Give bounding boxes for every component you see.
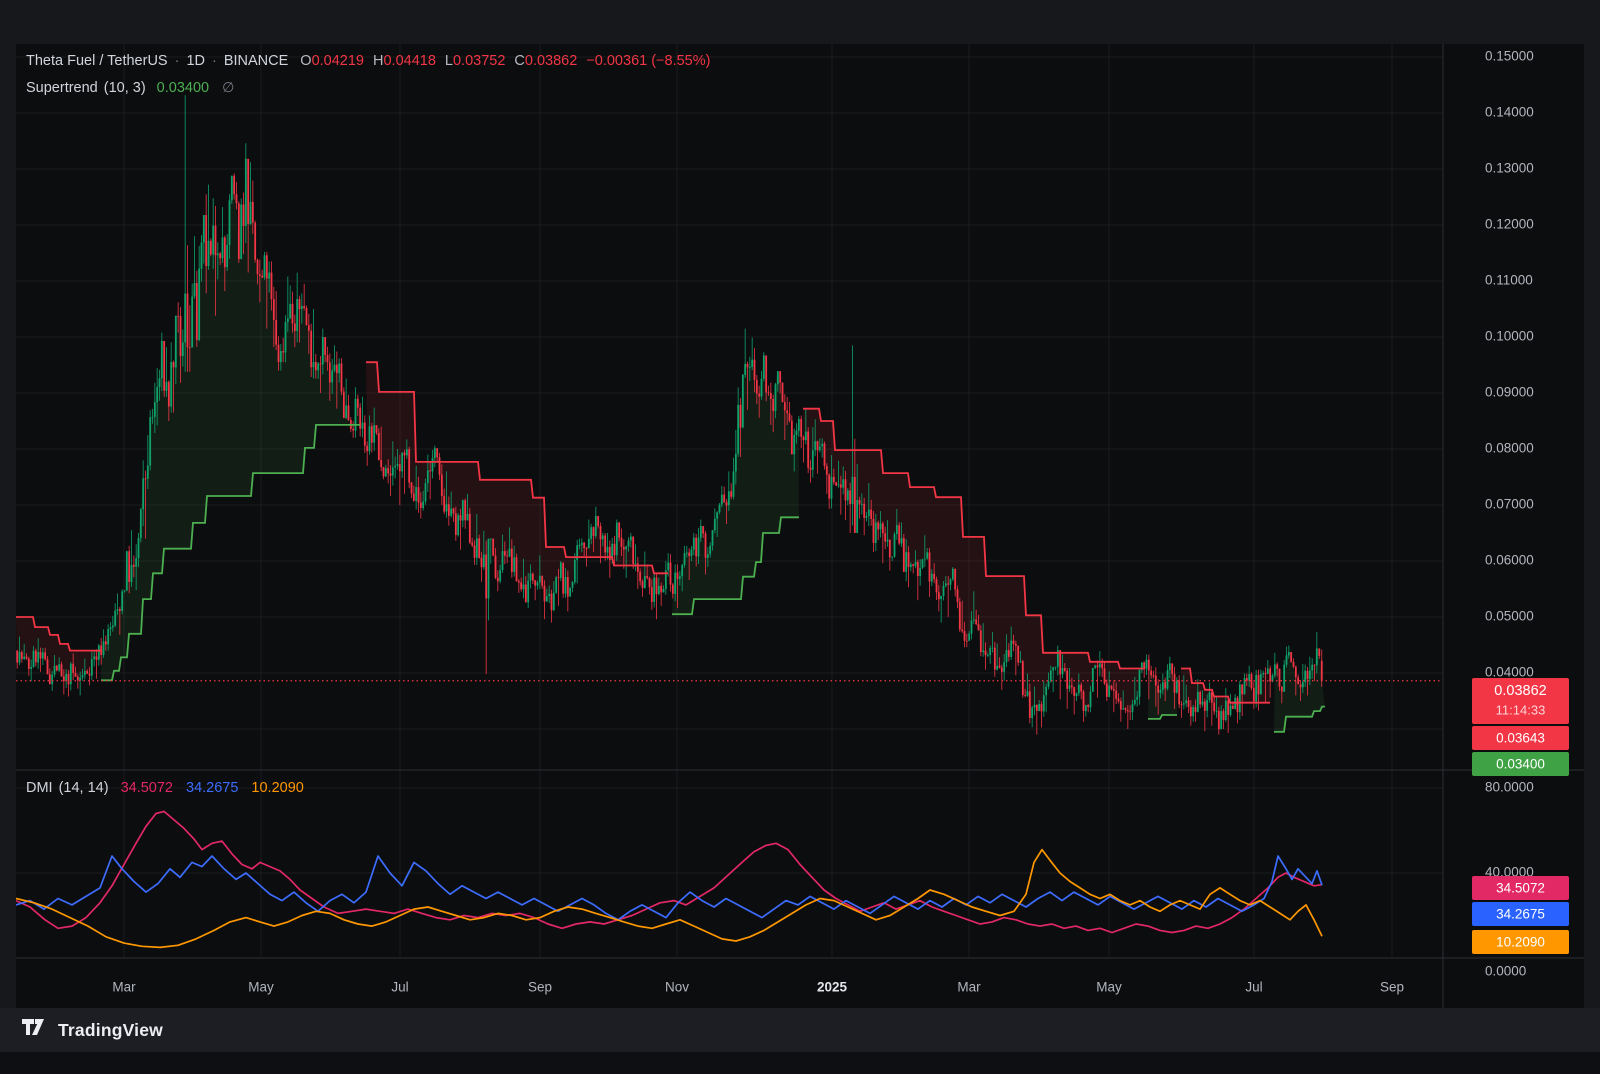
chart-canvas[interactable]: 0.15000 0.14000 0.13000 0.12000 0.11000 0.100… [0,0,1600,1074]
svg-text:0.04000: 0.04000 [1485,665,1534,680]
svg-text:0.09000: 0.09000 [1485,385,1534,400]
interval-label[interactable]: 1D [186,53,205,69]
svg-text:0.14000: 0.14000 [1485,105,1534,120]
dmi-values: 34.5072 34.2675 10.2090 [121,780,317,796]
ohlc-values: O0.04219 H0.04418 L0.03752 C0.03862 −0.0… [300,53,710,69]
high-value: 0.04418 [383,53,435,69]
svg-text:34.5072: 34.5072 [1496,881,1545,896]
symbol-legend-row[interactable]: Theta Fuel / TetherUS · 1D · BINANCE O0.… [26,53,710,69]
dmi-params: (14, 14) [59,780,109,796]
symbol-name: Theta Fuel / TetherUS [26,53,168,69]
svg-text:Jul: Jul [391,980,408,995]
svg-text:0.0000: 0.0000 [1485,964,1526,979]
svg-text:0.10000: 0.10000 [1485,329,1534,344]
svg-text:0.05000: 0.05000 [1485,609,1534,624]
tradingview-logo-icon[interactable] [22,1019,49,1041]
low-value: 0.03752 [453,53,505,69]
supertrend-legend-row[interactable]: Supertrend (10, 3) 0.03400 ∅ [26,79,234,96]
svg-text:0.06000: 0.06000 [1485,553,1534,568]
svg-text:Sep: Sep [528,980,552,995]
exchange-label: BINANCE [224,53,288,69]
svg-text:Jul: Jul [1245,980,1262,995]
svg-text:Sep: Sep [1380,980,1404,995]
minus-di-value: 34.2675 [186,780,238,796]
close-value: 0.03862 [525,53,577,69]
tradingview-chart-window: ChartAnalysis_4 created with TradingView… [0,0,1600,1074]
low-label: L [445,53,453,69]
svg-text:10.2090: 10.2090 [1496,935,1545,950]
high-label: H [373,53,383,69]
svg-text:11:14:33: 11:14:33 [1496,702,1546,717]
svg-text:0.08000: 0.08000 [1485,441,1534,456]
close-label: C [514,53,524,69]
supertrend-value: 0.03400 [157,80,209,96]
svg-text:0.15000: 0.15000 [1485,49,1534,64]
svg-text:2025: 2025 [817,980,848,995]
svg-text:0.03400: 0.03400 [1496,757,1545,772]
separator-dot: · [175,53,180,69]
dmi-name: DMI [26,780,53,796]
svg-text:0.07000: 0.07000 [1485,497,1534,512]
svg-text:Nov: Nov [665,980,689,995]
indicator-name: Supertrend [26,80,98,96]
svg-text:Mar: Mar [957,980,981,995]
open-label: O [300,53,311,69]
attribution-bar: TradingView [0,1008,1600,1052]
change-value: −0.00361 (−8.55%) [586,53,710,69]
bottom-strip [0,1052,1600,1074]
adx-value: 10.2090 [251,780,303,796]
svg-text:80.0000: 80.0000 [1485,780,1534,795]
svg-text:0.03862: 0.03862 [1494,683,1546,699]
tradingview-brand-text[interactable]: TradingView [58,1020,163,1041]
svg-text:0.12000: 0.12000 [1485,217,1534,232]
indicator-params: (10, 3) [104,80,146,96]
separator-dot: · [212,53,217,69]
svg-text:May: May [248,980,274,995]
svg-text:Mar: Mar [112,980,136,995]
svg-text:34.2675: 34.2675 [1496,907,1545,922]
dmi-legend-row[interactable]: DMI (14, 14) 34.5072 34.2675 10.2090 [26,780,317,796]
dmi-tags: 34.5072 34.2675 10.2090 [1472,876,1569,954]
svg-text:0.11000: 0.11000 [1485,273,1533,288]
svg-text:May: May [1096,980,1122,995]
svg-text:0.03643: 0.03643 [1496,731,1545,746]
svg-text:0.13000: 0.13000 [1485,161,1534,176]
open-value: 0.04219 [312,53,364,69]
price-tags: 0.03862 11:14:33 0.03643 0.03400 [1472,678,1569,776]
plus-di-value: 34.5072 [121,780,173,796]
hide-indicator-icon[interactable]: ∅ [222,79,234,96]
